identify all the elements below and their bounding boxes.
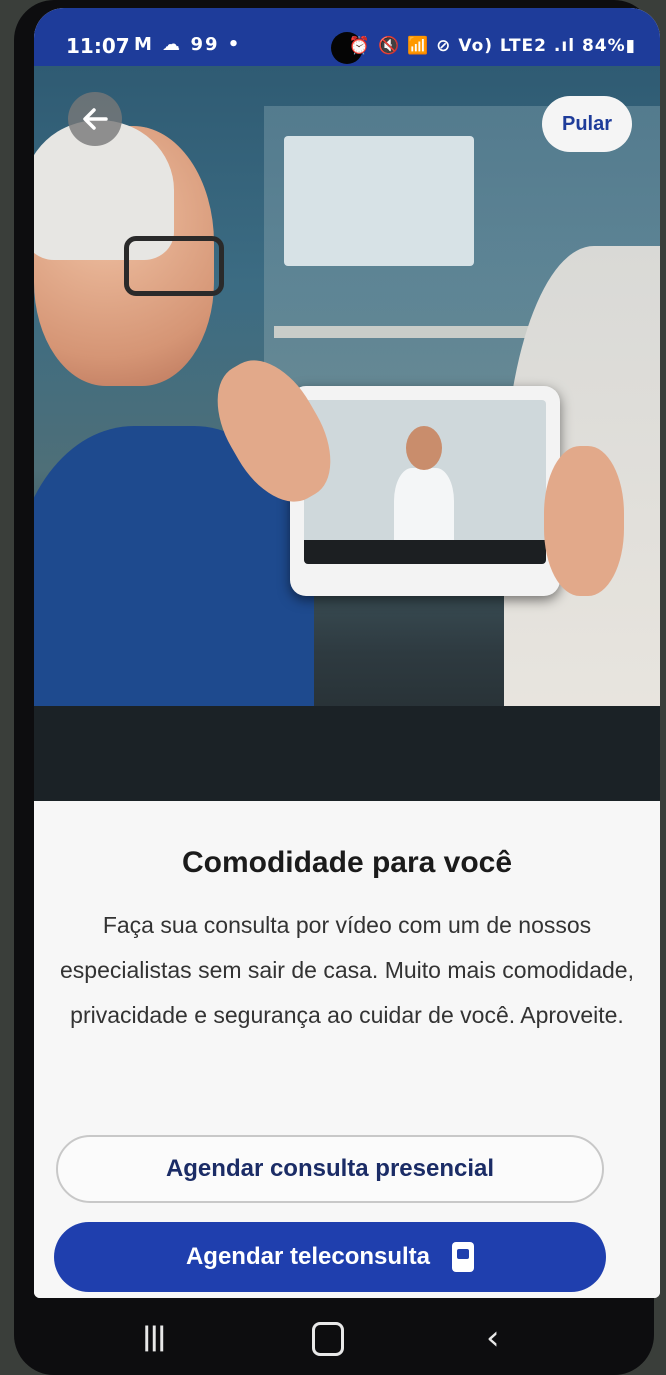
page-description: Faça sua consulta por vídeo com um de no… bbox=[60, 912, 634, 1028]
schedule-teleconsult-button[interactable]: Agendar teleconsulta bbox=[54, 1222, 606, 1292]
notification-icons: M ☁ 99 • bbox=[134, 34, 242, 55]
skip-button[interactable]: Pular bbox=[542, 96, 632, 152]
page-title: Comodidade para você bbox=[181, 846, 513, 879]
system-status-icons: ⏰ 🔇 📶 ⊘ Vo) LTE2 .ıl 84%▮ bbox=[348, 36, 636, 56]
schedule-in-person-button[interactable]: Agendar consulta presencial bbox=[56, 1135, 604, 1203]
back-icon[interactable]: ‹ bbox=[486, 1318, 500, 1358]
back-button[interactable] bbox=[68, 92, 122, 146]
home-icon[interactable] bbox=[312, 1322, 344, 1356]
status-bar: 11:07 M ☁ 99 • ⏰ 🔇 📶 ⊘ Vo) LTE2 .ıl 84%▮ bbox=[34, 8, 660, 66]
hero-image bbox=[34, 66, 660, 801]
app-screen: 11:07 M ☁ 99 • ⏰ 🔇 📶 ⊘ Vo) LTE2 .ıl 84%▮ bbox=[34, 8, 660, 1298]
tablet-illustration bbox=[290, 386, 560, 596]
phone-video-icon bbox=[452, 1242, 475, 1272]
arrow-left-icon bbox=[83, 108, 108, 130]
status-time: 11:07 bbox=[66, 34, 130, 58]
recent-apps-icon[interactable]: ||| bbox=[142, 1322, 166, 1352]
schedule-in-person-label: Agendar consulta presencial bbox=[165, 1155, 495, 1182]
schedule-teleconsult-label: Agendar teleconsulta bbox=[185, 1243, 431, 1270]
system-nav-bar: ||| ‹ bbox=[34, 1300, 660, 1370]
